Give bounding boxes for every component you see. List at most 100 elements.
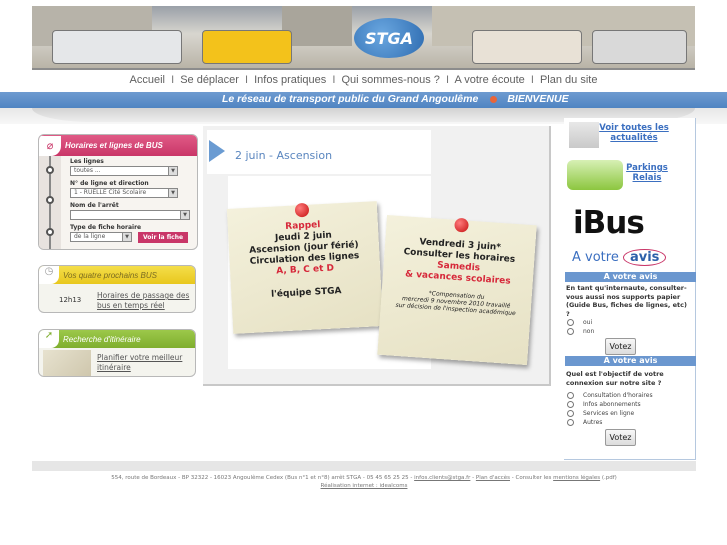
- radio-button[interactable]: [567, 319, 574, 326]
- building-image: [282, 6, 352, 46]
- poll1-option[interactable]: non: [567, 328, 594, 335]
- direction-select[interactable]: 1 - RUELLE Cité Scolaire ▼: [70, 188, 178, 198]
- radio-button[interactable]: [567, 401, 574, 408]
- poll1-option[interactable]: oui: [567, 319, 592, 326]
- stop-icon: [46, 196, 54, 204]
- map-thumbnail: [43, 350, 91, 376]
- main-nav: Accueil I Se déplacer I Infos pratiques …: [0, 74, 727, 86]
- horaires-title: Horaires et lignes de BUS: [65, 141, 163, 150]
- bus-image: [52, 30, 182, 64]
- footer-plan-acces-link[interactable]: Plan d'accès: [476, 475, 510, 481]
- footer-realisation-link[interactable]: Réalisation internet : idealcoms: [321, 483, 408, 489]
- radio-button[interactable]: [567, 392, 574, 399]
- direction-label: N° de ligne et direction: [70, 180, 149, 187]
- poll2-vote-button[interactable]: Votez: [605, 429, 636, 446]
- nav-accueil[interactable]: Accueil: [130, 74, 165, 86]
- option-label: Autres: [583, 419, 603, 426]
- poll1-header: A votre avis: [565, 272, 696, 282]
- route-icon: ➚: [39, 330, 59, 348]
- poll1-vote-button[interactable]: Votez: [605, 338, 636, 355]
- nav-separator: I: [530, 74, 534, 86]
- stop-select[interactable]: ▼: [70, 210, 190, 220]
- horaires-widget: ⌀ Horaires et lignes de BUS Les lignes t…: [38, 134, 198, 250]
- avis-logo-a: A votre: [572, 250, 619, 265]
- poll2-option[interactable]: Autres: [567, 419, 602, 426]
- direction-select-value: 1 - RUELLE Cité Scolaire: [74, 189, 147, 196]
- lines-select-value: toutes ...: [74, 167, 101, 174]
- news-title[interactable]: 2 juin - Ascension: [235, 149, 332, 162]
- chevron-down-icon: ▼: [168, 189, 177, 197]
- footer: 554, route de Bordeaux - BP 32322 - 1602…: [32, 474, 696, 490]
- itineraire-header: Recherche d'itinéraire: [39, 330, 195, 348]
- footer-consult: - Consulter les: [511, 475, 552, 481]
- nav-separator: I: [332, 74, 336, 86]
- logo-text: STGA: [365, 28, 413, 48]
- type-select[interactable]: de la ligne ▼: [70, 232, 132, 242]
- itineraire-widget: Recherche d'itinéraire ➚ Planifier votre…: [38, 329, 196, 377]
- chevron-down-icon: ▼: [180, 211, 189, 219]
- footer-email-link[interactable]: infos.clients@stga.fr: [414, 475, 470, 481]
- welcome-text: BIENVENUE: [507, 93, 569, 105]
- horaires-header: ⌀ Horaires et lignes de BUS: [39, 135, 197, 156]
- tagline-text: Le réseau de transport public du Grand A…: [222, 93, 569, 105]
- planifier-link[interactable]: Planifier votre meilleur itinéraire: [97, 353, 193, 373]
- prochains-bus-widget: Vos quatre prochains BUS ◷ 12h13 Horaire…: [38, 265, 196, 313]
- lines-select[interactable]: toutes ... ▼: [70, 166, 178, 176]
- poll1-question: En tant qu'internaute, consulter-vous au…: [566, 284, 687, 318]
- radio-button[interactable]: [567, 328, 574, 335]
- line-graphic: [39, 156, 61, 249]
- arrow-icon: [209, 140, 225, 162]
- stop-label: Nom de l'arrêt: [70, 202, 119, 209]
- prochains-header: Vos quatre prochains BUS: [39, 266, 195, 284]
- option-label: Consultation d'horaires: [583, 392, 653, 399]
- nav-separator: I: [171, 74, 175, 86]
- chevron-down-icon: ▼: [168, 167, 177, 175]
- voir-fiche-button[interactable]: Voir la fiche: [138, 232, 188, 243]
- stga-logo[interactable]: STGA: [354, 18, 424, 58]
- option-label: non: [583, 328, 595, 335]
- nav-separator: I: [445, 74, 449, 86]
- parkings-link[interactable]: Parkings Relais: [623, 163, 671, 183]
- temps-reel-link[interactable]: Horaires de passage des bus en temps rée…: [97, 291, 193, 311]
- poll2-option[interactable]: Consultation d'horaires: [567, 392, 653, 399]
- nav-qui-sommes-nous[interactable]: Qui sommes-nous ?: [341, 74, 439, 86]
- nav-plan-du-site[interactable]: Plan du site: [540, 74, 597, 86]
- footer-sep: -: [472, 475, 475, 481]
- stop-icon: [46, 228, 54, 236]
- radio-button[interactable]: [567, 410, 574, 417]
- clock-icon: ◷: [39, 266, 59, 284]
- poll2-option[interactable]: Infos abonnements: [567, 401, 641, 408]
- nav-a-votre-ecoute[interactable]: A votre écoute: [454, 74, 524, 86]
- type-label: Type de fiche horaire: [70, 224, 142, 231]
- header-banner: STGA: [32, 6, 695, 70]
- note-signature: l'équipe STGA: [270, 286, 342, 300]
- tagline-band: Le réseau de transport public du Grand A…: [0, 92, 727, 108]
- parkings-car-image: [567, 160, 623, 190]
- poll2-question: Quel est l'objectif de votre connexion s…: [566, 370, 664, 387]
- type-select-value: de la ligne: [74, 233, 106, 240]
- option-label: Services en ligne: [583, 410, 635, 417]
- bus-line-icon: ⌀: [39, 135, 61, 156]
- bullet-icon: [490, 95, 498, 103]
- ibus-logo[interactable]: iBus: [573, 205, 645, 241]
- avis-logo-b: avis: [622, 249, 667, 266]
- chevron-down-icon: ▼: [122, 233, 131, 241]
- note-rappel: Rappel Jeudi 2 juin Ascension (jour féri…: [226, 201, 384, 334]
- note-vendredi: Vendredi 3 juin* Consulter les horaires …: [377, 214, 537, 366]
- tagline: Le réseau de transport public du Grand A…: [222, 93, 479, 105]
- actualites-link[interactable]: Voir toutes les actualités: [598, 123, 670, 143]
- bus-image: [202, 30, 292, 64]
- footer-bar: [32, 461, 696, 471]
- radio-button[interactable]: [567, 419, 574, 426]
- bus-image: [472, 30, 582, 64]
- footer-address: 554, route de Bordeaux - BP 32322 - 1602…: [111, 475, 413, 481]
- bus-time: 12h13: [59, 296, 82, 304]
- nav-infos-pratiques[interactable]: Infos pratiques: [254, 74, 326, 86]
- itineraire-title: Recherche d'itinéraire: [63, 334, 141, 344]
- option-label: Infos abonnements: [583, 401, 641, 408]
- nav-se-deplacer[interactable]: Se déplacer: [180, 74, 239, 86]
- a-votre-avis-logo: A votre avis: [572, 249, 667, 266]
- poll2-option[interactable]: Services en ligne: [567, 410, 634, 417]
- bus-image: [592, 30, 687, 64]
- footer-mentions-link[interactable]: mentions légales: [553, 475, 600, 481]
